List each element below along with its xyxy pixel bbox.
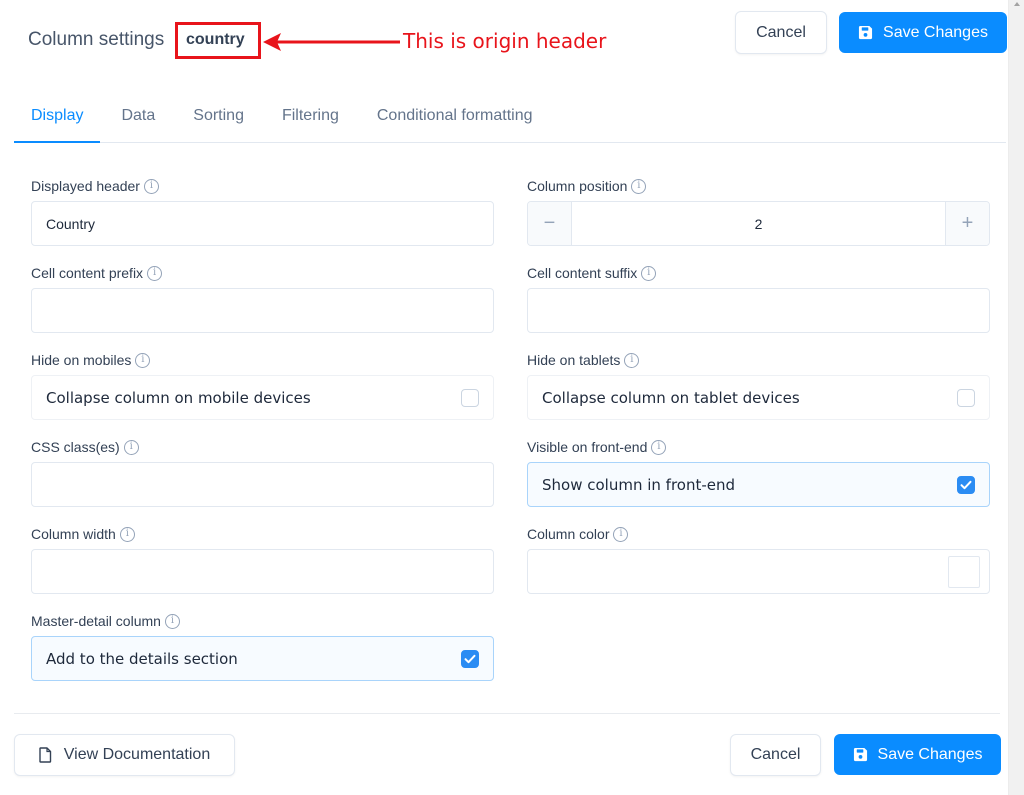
plus-icon: + — [961, 212, 974, 234]
master-detail-option: Add to the details section — [46, 649, 238, 668]
floppy-disk-icon — [858, 25, 873, 40]
view-documentation-label: View Documentation — [63, 746, 211, 763]
column-width-label: Column width — [31, 526, 116, 542]
hide-on-tablets-option: Collapse column on tablet devices — [542, 388, 800, 407]
annotation-arrow-icon — [263, 33, 400, 51]
info-icon[interactable]: i — [624, 352, 640, 368]
tab-conditional-formatting[interactable]: Conditional formatting — [360, 96, 550, 142]
hide-on-mobiles-option: Collapse column on mobile devices — [46, 388, 311, 407]
displayed-header-label: Displayed header — [31, 178, 140, 194]
column-position-value[interactable]: 2 — [572, 202, 945, 245]
displayed-header-field: Displayed header i — [31, 176, 494, 246]
cell-suffix-label: Cell content suffix — [527, 265, 638, 281]
footer-save-changes-label: Save Changes — [877, 745, 983, 763]
column-position-field: Column position i − 2 + — [527, 176, 990, 246]
tab-data[interactable]: Data — [104, 96, 172, 142]
scrollbar[interactable] — [1008, 0, 1024, 795]
info-icon[interactable]: i — [651, 439, 667, 455]
footer-divider — [14, 713, 1000, 714]
checkmark-icon — [464, 654, 476, 663]
color-swatch[interactable] — [948, 555, 980, 588]
info-icon[interactable]: i — [119, 526, 135, 542]
tab-bar: Display Data Sorting Filtering Condition… — [14, 96, 1006, 143]
cancel-label: Cancel — [756, 23, 806, 41]
info-icon[interactable]: i — [147, 265, 163, 281]
displayed-header-input[interactable] — [31, 201, 494, 246]
annotation-text: This is origin header — [403, 29, 607, 53]
cell-prefix-label: Cell content prefix — [31, 265, 144, 281]
master-detail-field: Master-detail column i Add to the details… — [31, 611, 494, 681]
tab-display[interactable]: Display — [14, 96, 101, 143]
footer-cancel-label: Cancel — [750, 746, 801, 763]
visible-frontend-toggle[interactable]: Show column in front-end — [527, 462, 990, 507]
hide-on-tablets-label: Hide on tablets — [527, 352, 621, 368]
hide-on-mobiles-label: Hide on mobiles — [31, 352, 132, 368]
footer-cancel-button[interactable]: Cancel — [730, 734, 821, 776]
hide-on-mobiles-toggle[interactable]: Collapse column on mobile devices — [31, 375, 494, 420]
page-title: Column settings — [28, 29, 165, 50]
column-position-stepper: − 2 + — [527, 201, 990, 246]
css-classes-field: CSS class(es) i — [31, 437, 494, 507]
visible-frontend-field: Visible on front-end i Show column in fro… — [527, 437, 990, 507]
cell-prefix-input[interactable] — [31, 288, 494, 333]
info-icon[interactable]: i — [123, 439, 139, 455]
view-documentation-button[interactable]: View Documentation — [14, 734, 235, 776]
hide-on-tablets-toggle[interactable]: Collapse column on tablet devices — [527, 375, 990, 420]
info-icon[interactable]: i — [613, 526, 629, 542]
floppy-disk-icon — [853, 747, 867, 762]
visible-frontend-checkbox[interactable] — [957, 475, 975, 494]
tab-sorting[interactable]: Sorting — [176, 96, 261, 142]
info-icon[interactable]: i — [135, 352, 151, 368]
column-color-field: Column color i — [527, 524, 990, 594]
info-icon[interactable]: i — [143, 178, 159, 194]
checkmark-icon — [960, 480, 972, 489]
css-classes-label: CSS class(es) — [31, 439, 120, 455]
column-position-label: Column position — [527, 178, 628, 194]
save-changes-button[interactable]: Save Changes — [839, 12, 1007, 53]
modal-header: Column settings country This is origin h… — [0, 0, 1008, 70]
tab-filtering[interactable]: Filtering — [265, 96, 356, 142]
hide-on-tablets-field: Hide on tablets i Collapse column on tabl… — [527, 350, 990, 420]
footer-save-changes-button[interactable]: Save Changes — [834, 734, 1001, 775]
minus-icon: − — [543, 212, 556, 234]
visible-frontend-label: Visible on front-end — [527, 439, 648, 455]
column-color-input[interactable] — [527, 549, 990, 594]
column-width-input[interactable] — [31, 549, 494, 594]
hide-on-mobiles-checkbox[interactable] — [461, 388, 479, 407]
master-detail-toggle[interactable]: Add to the details section — [31, 636, 494, 681]
document-icon — [39, 747, 51, 763]
info-icon[interactable]: i — [631, 178, 647, 194]
css-classes-input[interactable] — [31, 462, 494, 507]
master-detail-checkbox[interactable] — [461, 649, 479, 668]
info-icon[interactable]: i — [164, 613, 180, 629]
hide-on-mobiles-field: Hide on mobiles i Collapse column on mobi… — [31, 350, 494, 420]
column-color-label: Column color — [527, 526, 610, 542]
origin-header-name: country — [186, 31, 245, 48]
decrement-button[interactable]: − — [528, 202, 572, 245]
cancel-button[interactable]: Cancel — [735, 11, 827, 54]
column-width-field: Column width i — [31, 524, 494, 594]
scroll-up-arrow-icon[interactable] — [1014, 2, 1020, 6]
info-icon[interactable]: i — [641, 265, 657, 281]
hide-on-tablets-checkbox[interactable] — [957, 388, 975, 407]
cell-suffix-field: Cell content suffix i — [527, 263, 990, 333]
save-changes-label: Save Changes — [883, 23, 988, 41]
cell-suffix-input[interactable] — [527, 288, 990, 333]
cell-prefix-field: Cell content prefix i — [31, 263, 494, 333]
master-detail-label: Master-detail column — [31, 613, 161, 629]
visible-frontend-option: Show column in front-end — [542, 475, 736, 494]
increment-button[interactable]: + — [945, 202, 989, 245]
